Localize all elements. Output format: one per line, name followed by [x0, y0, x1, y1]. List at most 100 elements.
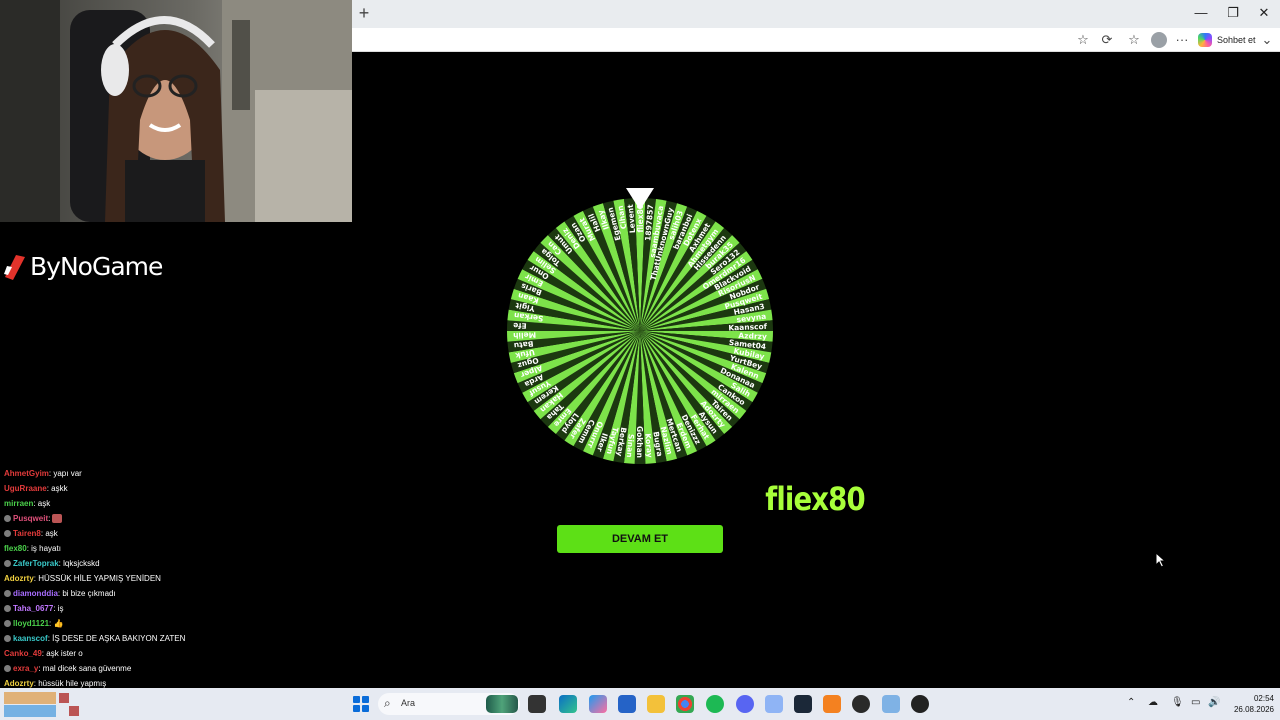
more-icon[interactable]: ···	[1173, 31, 1191, 49]
chat-username[interactable]: AhmetGyim	[4, 466, 49, 481]
copilot-icon	[1198, 33, 1212, 47]
chat-message: Canko_49 : aşk ister o	[4, 646, 344, 661]
chat-message: Pusqweit :	[4, 511, 344, 526]
wheel-entry-label: Melih	[513, 330, 536, 340]
copilot-label: Sohbet et	[1217, 35, 1256, 45]
browser-toolbar: ☆ ⟳ ☆ ··· Sohbet et ⌄	[352, 28, 1280, 52]
chat-message: flex80 : iş hayatı	[4, 541, 344, 556]
search-icon: ⌕	[384, 696, 391, 710]
extensions-icon[interactable]: ⟳	[1098, 31, 1116, 49]
spotify-icon[interactable]	[706, 695, 724, 713]
chat-username[interactable]: Tairen8	[13, 526, 41, 541]
new-tab-button[interactable]: +	[354, 3, 374, 23]
chat-message: ZaferToprak : lqksjckskd	[4, 556, 344, 571]
store-icon[interactable]	[618, 695, 636, 713]
chat-username[interactable]: Taha_0677	[13, 601, 53, 616]
chat-text: : lqksjckskd	[58, 559, 100, 568]
taskbar-clock[interactable]: 02:54 26.08.2026	[1222, 693, 1274, 715]
steam-icon[interactable]	[794, 695, 812, 713]
chat-message: exra_y : mal dicek sana güvenme	[4, 661, 344, 676]
minimize-button[interactable]: —	[1186, 4, 1216, 22]
chat-message: kaanscof : İŞ DESE DE AŞKA BAKIYON ZATEN	[4, 631, 344, 646]
chat-text: : aşkk	[46, 484, 68, 493]
taskbar-search[interactable]: ⌕ Ara	[378, 693, 520, 715]
chat-text: : aşk ister o	[41, 649, 83, 658]
chat-text: : aşk	[40, 529, 58, 538]
chat-message: Taha_0677 : iş	[4, 601, 344, 616]
chat-text: :	[48, 514, 51, 523]
winner-name: fliex80	[765, 480, 865, 518]
chat-username[interactable]: flex80	[4, 541, 27, 556]
display-icon[interactable]: ▭	[1191, 697, 1200, 708]
chat-log: AhmetGyim : yapı var UguRraane : aşkk mirr…	[4, 466, 344, 691]
user-badge-icon	[4, 665, 11, 672]
file-explorer-icon[interactable]	[647, 695, 665, 713]
chat-text: : iş	[53, 604, 64, 613]
cloud-sync-icon[interactable]: ☁	[1148, 697, 1158, 708]
browser-tab-bar: + — ❐ ✕	[352, 0, 1280, 28]
user-badge-icon	[4, 515, 11, 522]
clock-time: 02:54	[1253, 694, 1274, 703]
chevron-down-icon[interactable]: ⌄	[1258, 31, 1276, 49]
wheel-entry-label: Efe	[513, 321, 527, 331]
favorites-icon[interactable]: ☆	[1125, 31, 1143, 49]
volume-icon[interactable]: 🔊	[1208, 697, 1220, 708]
chat-text: : bi bize çıkmadı	[57, 589, 116, 598]
chat-username[interactable]: exra_y	[13, 661, 38, 676]
chat-username[interactable]: diamonddia	[13, 586, 58, 601]
emote-icon	[52, 514, 63, 523]
chat-username[interactable]: Canko_49	[4, 646, 42, 661]
settings-app-icon[interactable]	[882, 695, 900, 713]
chat-username[interactable]: Adozrty	[4, 571, 34, 586]
chat-text: : yapı var	[48, 469, 82, 478]
chat-text: : aşk	[33, 499, 51, 508]
task-view-icon[interactable]	[528, 695, 546, 713]
copilot-chat-button[interactable]: Sohbet et	[1198, 31, 1256, 49]
chat-username[interactable]: ZaferToprak	[13, 556, 59, 571]
chat-message: AhmetGyim : yapı var	[4, 466, 344, 481]
snipping-tool-icon[interactable]	[765, 695, 783, 713]
stream-badge	[4, 692, 79, 717]
chat-message: lloyd1121 : 👍	[4, 616, 344, 631]
discord-icon[interactable]	[736, 695, 754, 713]
profile-icon[interactable]	[1151, 32, 1167, 48]
chat-text: : İŞ DESE DE AŞKA BAKIYON ZATEN	[47, 634, 186, 643]
search-placeholder: Ara	[401, 698, 416, 708]
user-badge-icon	[4, 560, 11, 567]
user-badge-icon	[4, 605, 11, 612]
chat-message: Adozrty : HÜSSÜK HİLE YAPMIŞ YENİDEN	[4, 571, 344, 586]
user-badge-icon	[4, 635, 11, 642]
page-content: fliex80 1897857 saambuvaca ThatUnknownGuy sa…	[352, 52, 1278, 688]
wheel-entry-label: Gokhan	[635, 426, 644, 458]
copilot-app-icon[interactable]	[589, 695, 607, 713]
chrome-icon[interactable]	[676, 695, 694, 713]
brand-logo: ByNoGame	[4, 252, 163, 281]
search-highlight-icon	[486, 695, 518, 713]
obs-icon[interactable]	[852, 695, 870, 713]
stream-overlay: ByNoGame AhmetGyim : yapı var UguRraane :…	[0, 222, 352, 688]
chat-username[interactable]: mirraen	[4, 496, 33, 511]
media-player-icon[interactable]	[911, 695, 929, 713]
chevron-up-icon[interactable]: ⌃	[1127, 697, 1135, 708]
chat-username[interactable]: Pusqweit	[13, 511, 48, 526]
edge-icon[interactable]	[559, 695, 577, 713]
chat-message: UguRraane : aşkk	[4, 481, 344, 496]
spin-wheel: fliex801897857saambuvacaThatUnknownGuysa…	[507, 188, 773, 465]
user-badge-icon	[4, 620, 11, 627]
chat-username[interactable]: lloyd1121	[13, 616, 49, 631]
chat-username[interactable]: kaanscof	[13, 631, 48, 646]
user-badge-icon	[4, 590, 11, 597]
cloud-icon[interactable]	[823, 695, 841, 713]
microphone-icon[interactable]: 🎙	[1171, 697, 1184, 708]
windows-taskbar: ⌕ Ara ⌃ ☁ 🎙 ▭ 🔊 02:54 26.08.2026	[0, 688, 1280, 720]
star-icon[interactable]: ☆	[1074, 31, 1092, 49]
brand-name: ByNoGame	[30, 252, 163, 281]
maximize-button[interactable]: ❐	[1218, 4, 1248, 22]
windows-start-icon[interactable]	[353, 696, 369, 712]
chat-username[interactable]: UguRraane	[4, 481, 47, 496]
continue-button[interactable]: DEVAM ET	[557, 525, 723, 553]
chat-text: : mal dicek sana güvenme	[38, 664, 132, 673]
close-button[interactable]: ✕	[1249, 4, 1279, 22]
chat-text: : iş hayatı	[26, 544, 61, 553]
chat-message: diamonddia : bi bize çıkmadı	[4, 586, 344, 601]
